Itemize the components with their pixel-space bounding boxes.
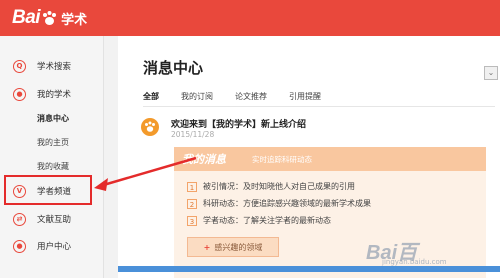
sidebar-subitem-my-favorites[interactable]: 我的收藏 (37, 161, 69, 172)
sidebar-item-my-academic[interactable]: ● 我的学术 (0, 83, 103, 105)
sidebar: Q 学术搜索 ● 我的学术 消息中心 我的主页 我的收藏 V 学者频道 ⇄ 文献… (0, 36, 104, 278)
button-label: 感兴趣的领域 (214, 242, 263, 252)
sidebar-item-literature-help[interactable]: ⇄ 文献互助 (0, 208, 103, 230)
sidebar-item-label: 我的学术 (37, 90, 72, 100)
list-item: 1 被引情况：及时知晓他人对自己成果的引用 (187, 181, 355, 192)
bottom-accent-bar (118, 266, 500, 272)
item-text: 学者动态：了解关注学者的最新动态 (203, 216, 331, 225)
baidu-xueshu-logo[interactable]: Bai 学术 (12, 4, 87, 32)
account-icon: ● (13, 239, 26, 253)
top-bar: Bai 学术 (0, 0, 500, 36)
logo-text-xueshu: 学术 (61, 12, 88, 28)
main-content: 消息中心 全部 我的订阅 论文推荐 引用提醒 欢迎来到【我的学术】新上线介绍 2… (118, 36, 500, 278)
tab-paper-recommendations[interactable]: 论文推荐 (235, 91, 267, 102)
tab-citation-alerts[interactable]: 引用提醒 (289, 91, 321, 102)
message-tabs: 全部 我的订阅 论文推荐 引用提醒 (143, 91, 343, 102)
sidebar-subitem-message-center[interactable]: 消息中心 (37, 113, 69, 124)
item-text: 科研动态：方便追踪感兴趣领域的最新学术成果 (203, 199, 371, 208)
paw-icon (41, 10, 58, 27)
list-item: 2 科研动态：方便追踪感兴趣领域的最新学术成果 (187, 198, 371, 209)
tab-divider (143, 106, 495, 107)
plus-icon: + (203, 242, 211, 252)
tab-all[interactable]: 全部 (143, 91, 159, 102)
item-number: 2 (187, 198, 197, 209)
scroll-down-icon[interactable]: ⌄ (484, 66, 498, 80)
card-header-subtitle: 实时追踪科研动态 (252, 155, 312, 164)
message-title[interactable]: 欢迎来到【我的学术】新上线介绍 (171, 117, 306, 130)
sidebar-item-search[interactable]: Q 学术搜索 (0, 55, 103, 77)
sidebar-item-label: 用户中心 (37, 242, 72, 252)
page-title: 消息中心 (143, 59, 204, 77)
add-interest-field-button[interactable]: + 感兴趣的领域 (187, 237, 279, 257)
user-icon: ● (13, 87, 26, 101)
item-number: 3 (187, 215, 197, 226)
sidebar-item-user-center[interactable]: ● 用户中心 (0, 235, 103, 257)
message-date: 2015/11/28 (171, 130, 215, 139)
search-icon: Q (13, 59, 26, 73)
list-item: 3 学者动态：了解关注学者的最新动态 (187, 215, 331, 226)
logo-text-bai: Bai (12, 7, 41, 28)
card-header-title: 我的消息 (182, 153, 226, 166)
sidebar-item-label: 学术搜索 (37, 62, 72, 72)
exchange-icon: ⇄ (13, 212, 26, 226)
sidebar-item-label: 文献互助 (37, 215, 72, 225)
item-number: 1 (187, 181, 197, 192)
watermark-url: jingyan.baidu.com (382, 258, 447, 266)
sidebar-subitem-my-homepage[interactable]: 我的主页 (37, 137, 69, 148)
tab-my-subscriptions[interactable]: 我的订阅 (181, 91, 213, 102)
item-text: 被引情况：及时知晓他人对自己成果的引用 (203, 182, 355, 191)
paw-icon (141, 118, 159, 136)
annotation-highlight-box (4, 175, 92, 205)
card-header: 我的消息 实时追踪科研动态 (174, 147, 486, 171)
